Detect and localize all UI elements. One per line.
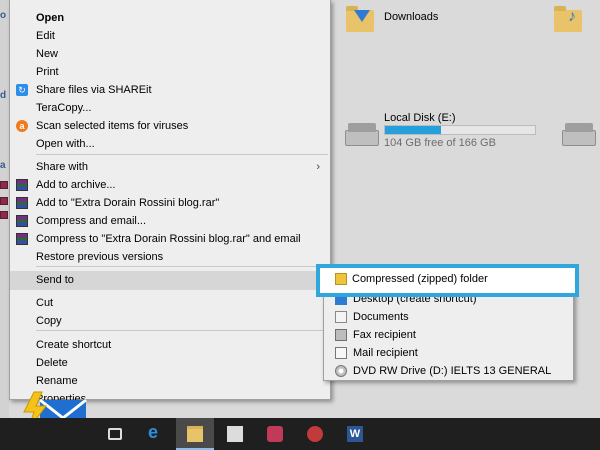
context-menu-item-label: Share files via SHAREit (36, 84, 152, 96)
context-menu-item[interactable]: Restore previous versions (10, 248, 330, 266)
task-view-button[interactable] (96, 418, 134, 450)
file-explorer-button[interactable] (176, 418, 214, 450)
context-menu-item[interactable]: Open (10, 9, 330, 27)
send-to-item[interactable]: Mail recipient (324, 344, 573, 362)
nav-text-fragment: a (0, 160, 6, 171)
word-button[interactable]: W (336, 418, 374, 450)
file-icon (0, 181, 8, 189)
context-menu-item[interactable]: Share with › (10, 158, 330, 176)
send-to-item-label: Documents (353, 311, 409, 323)
context-menu-item-label: Add to "Extra Dorain Rossini blog.rar" (36, 197, 220, 209)
documents-icon (335, 311, 347, 323)
dvd-icon (335, 365, 347, 377)
context-menu: Open Edit New Print ↻ Share files via SHAREit… (9, 0, 331, 405)
app-icon (267, 426, 283, 442)
app-circle-button[interactable] (296, 418, 334, 450)
context-menu-item[interactable]: Print (10, 63, 330, 81)
shareit-icon: ↻ (16, 84, 28, 96)
nav-text-fragment: o (0, 10, 7, 21)
context-menu-item[interactable]: ↻ Share files via SHAREit (10, 81, 330, 99)
context-menu-item-label: Edit (36, 30, 55, 42)
context-menu-item[interactable]: Edit (10, 27, 330, 45)
nav-text-fragment: d (0, 90, 7, 101)
context-menu-item-label: Send to (36, 274, 74, 286)
file-icon (0, 197, 8, 205)
drive-label[interactable]: Local Disk (E:) (384, 112, 456, 124)
send-to-item[interactable]: Documents (324, 308, 573, 326)
file-icon (0, 211, 8, 219)
winrar-icon (16, 215, 28, 227)
music-folder-icon[interactable]: ♪ (554, 2, 582, 32)
context-menu-item-label: Open (36, 12, 65, 24)
context-menu-item[interactable]: Compress and email... (10, 212, 330, 230)
store-button[interactable] (216, 418, 254, 450)
task-view-icon (108, 428, 122, 440)
drive-usage-bar (384, 125, 536, 135)
send-to-item-label: DVD RW Drive (D:) IELTS 13 GENERAL (353, 365, 552, 377)
context-menu-item-label: Restore previous versions (36, 251, 164, 263)
drive-free-space: 104 GB free of 166 GB (384, 137, 496, 149)
winrar-icon (16, 233, 28, 245)
hard-drive-icon[interactable] (562, 123, 596, 146)
context-menu-item[interactable]: Copy (10, 312, 330, 330)
winrar-icon (16, 197, 28, 209)
context-menu-item-label: Create shortcut (36, 339, 112, 351)
edge-icon: e (148, 422, 159, 442)
context-menu-item-label: Add to archive... (36, 179, 116, 191)
context-menu-item[interactable]: Add to "Extra Dorain Rossini blog.rar" (10, 194, 330, 212)
mail-icon (335, 347, 347, 359)
context-menu-item[interactable]: New (10, 45, 330, 63)
hard-drive-icon[interactable] (345, 123, 379, 146)
taskbar: e W (0, 418, 600, 450)
context-menu-item[interactable]: Delete (10, 354, 330, 372)
context-menu-item-label: Open with... (36, 138, 95, 150)
menu-separator (36, 330, 328, 331)
context-menu-item[interactable]: Add to archive... (10, 176, 330, 194)
app-circle-icon (307, 426, 323, 442)
send-to-item[interactable]: DVD RW Drive (D:) IELTS 13 GENERAL (324, 362, 573, 380)
menu-separator (36, 266, 328, 267)
store-icon (227, 426, 243, 442)
send-to-item-label: Mail recipient (353, 347, 418, 359)
context-menu-item-label: Copy (36, 315, 62, 327)
downloads-folder-icon[interactable] (346, 2, 374, 32)
context-menu-item-label: Compress and email... (36, 215, 147, 227)
context-menu-item-label: Share with (36, 161, 88, 173)
context-menu-item-label: Scan selected items for viruses (36, 120, 189, 132)
context-menu-item[interactable]: Send to› (10, 271, 330, 290)
send-to-item-label: Fax recipient (353, 329, 416, 341)
context-menu-item[interactable]: a Scan selected items for viruses (10, 117, 330, 135)
app-button[interactable] (256, 418, 294, 450)
context-menu-item[interactable]: Cut (10, 294, 330, 312)
context-menu-item-label: TeraCopy... (36, 102, 92, 114)
navigation-pane-strip: o d a (0, 0, 9, 418)
send-to-item[interactable]: Fax recipient (324, 326, 573, 344)
context-menu-item-label: New (36, 48, 59, 60)
context-menu-item-label: Cut (36, 297, 54, 309)
context-menu-item-label: Rename (36, 375, 78, 387)
send-to-item[interactable]: Compressed (zipped) folder (320, 270, 569, 288)
avast-icon: a (16, 120, 28, 132)
menu-separator (36, 154, 328, 155)
context-menu-item[interactable]: Open with... (10, 135, 330, 153)
highlighted-menu-item-frame[interactable]: Compressed (zipped) folder (316, 264, 579, 297)
context-menu-item[interactable]: Create shortcut (10, 336, 330, 354)
context-menu-item[interactable]: Rename (10, 372, 330, 390)
downloads-folder-label[interactable]: Downloads (384, 11, 438, 23)
file-explorer-icon (187, 426, 203, 442)
drive-usage-fill (385, 126, 441, 134)
fax-icon (335, 329, 347, 341)
send-to-item-label: Compressed (zipped) folder (352, 273, 488, 285)
edge-button[interactable]: e (136, 418, 174, 450)
word-icon: W (347, 426, 363, 442)
context-menu-item-label: Print (36, 66, 59, 78)
context-menu-item-label: Compress to "Extra Dorain Rossini blog.r… (36, 233, 301, 245)
context-menu-item[interactable]: TeraCopy... (10, 99, 330, 117)
winrar-icon (16, 179, 28, 191)
context-menu-item-label: Delete (36, 357, 68, 369)
context-menu-item[interactable]: Compress to "Extra Dorain Rossini blog.r… (10, 230, 330, 248)
zip-folder-icon (335, 273, 347, 285)
chevron-right-icon: › (316, 161, 320, 173)
